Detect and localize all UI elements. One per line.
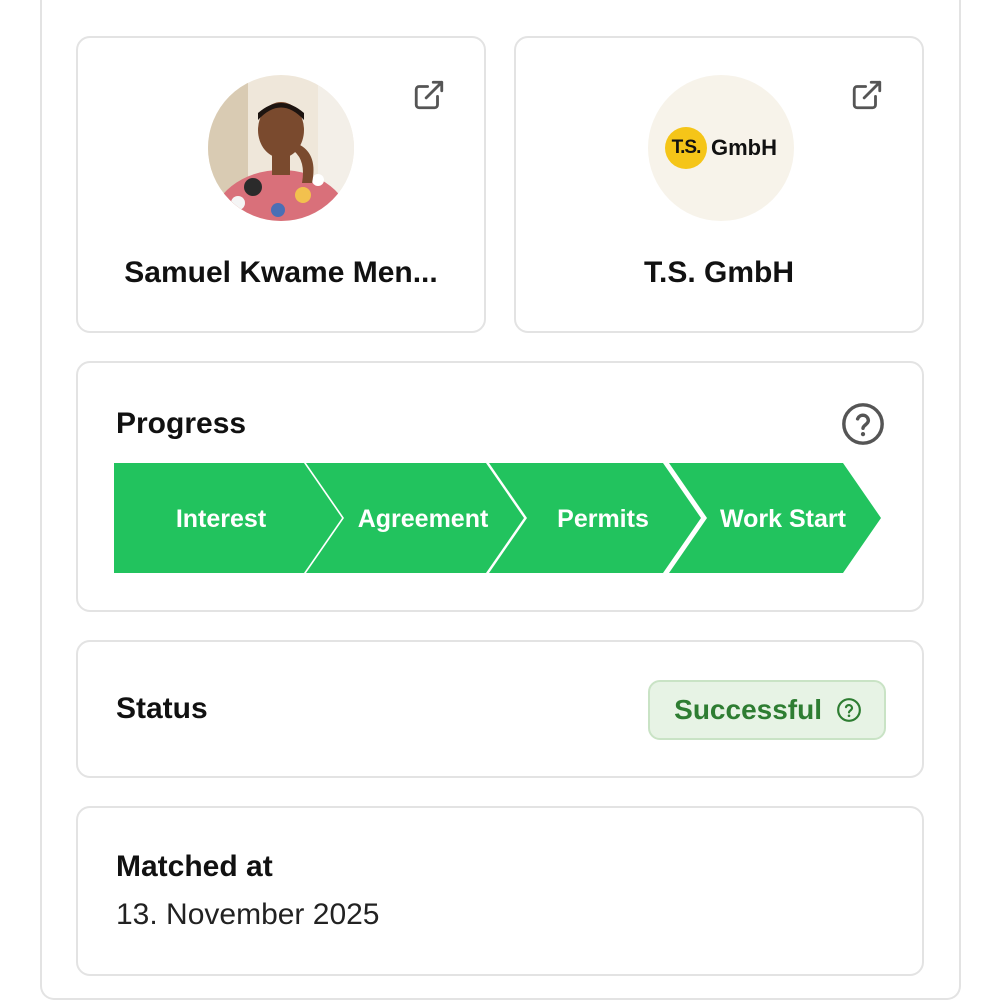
progress-step-label: Agreement	[358, 505, 489, 533]
matched-card: Matched at 13. November 2025	[76, 806, 924, 976]
company-logo-mark: T.S.	[665, 127, 707, 169]
question-circle-icon[interactable]	[840, 401, 886, 447]
avatar-photo	[208, 75, 354, 221]
company-name: T.S. GmbH	[643, 256, 794, 289]
question-circle-icon[interactable]	[836, 697, 862, 723]
matched-title: Matched at	[116, 850, 273, 883]
person-name: Samuel Kwame Men...	[124, 256, 438, 289]
status-title: Status	[116, 692, 208, 725]
progress-step-label: Interest	[176, 505, 267, 533]
company-card[interactable]: T.S. GmbH T.S. GmbH	[514, 36, 924, 333]
company-logo: T.S. GmbH	[648, 75, 794, 221]
status-badge-label: Successful	[674, 694, 822, 725]
external-link-icon[interactable]	[412, 78, 446, 112]
progress-title: Progress	[116, 407, 247, 440]
person-avatar	[208, 75, 354, 221]
progress-step-label: Permits	[557, 505, 649, 533]
progress-card: Progress Interest Agreement Permits Work St…	[76, 361, 924, 612]
status-badge[interactable]: Successful	[648, 680, 886, 740]
progress-step-label: Work Start	[720, 505, 847, 533]
status-card: Status Successful	[76, 640, 924, 778]
company-logo-text: GmbH	[711, 135, 777, 160]
person-card[interactable]: Samuel Kwame Men...	[76, 36, 486, 333]
progress-stepper: Interest Agreement Permits Work Start	[114, 463, 881, 573]
matched-date: 13. November 2025	[116, 898, 380, 931]
external-link-icon[interactable]	[850, 78, 884, 112]
